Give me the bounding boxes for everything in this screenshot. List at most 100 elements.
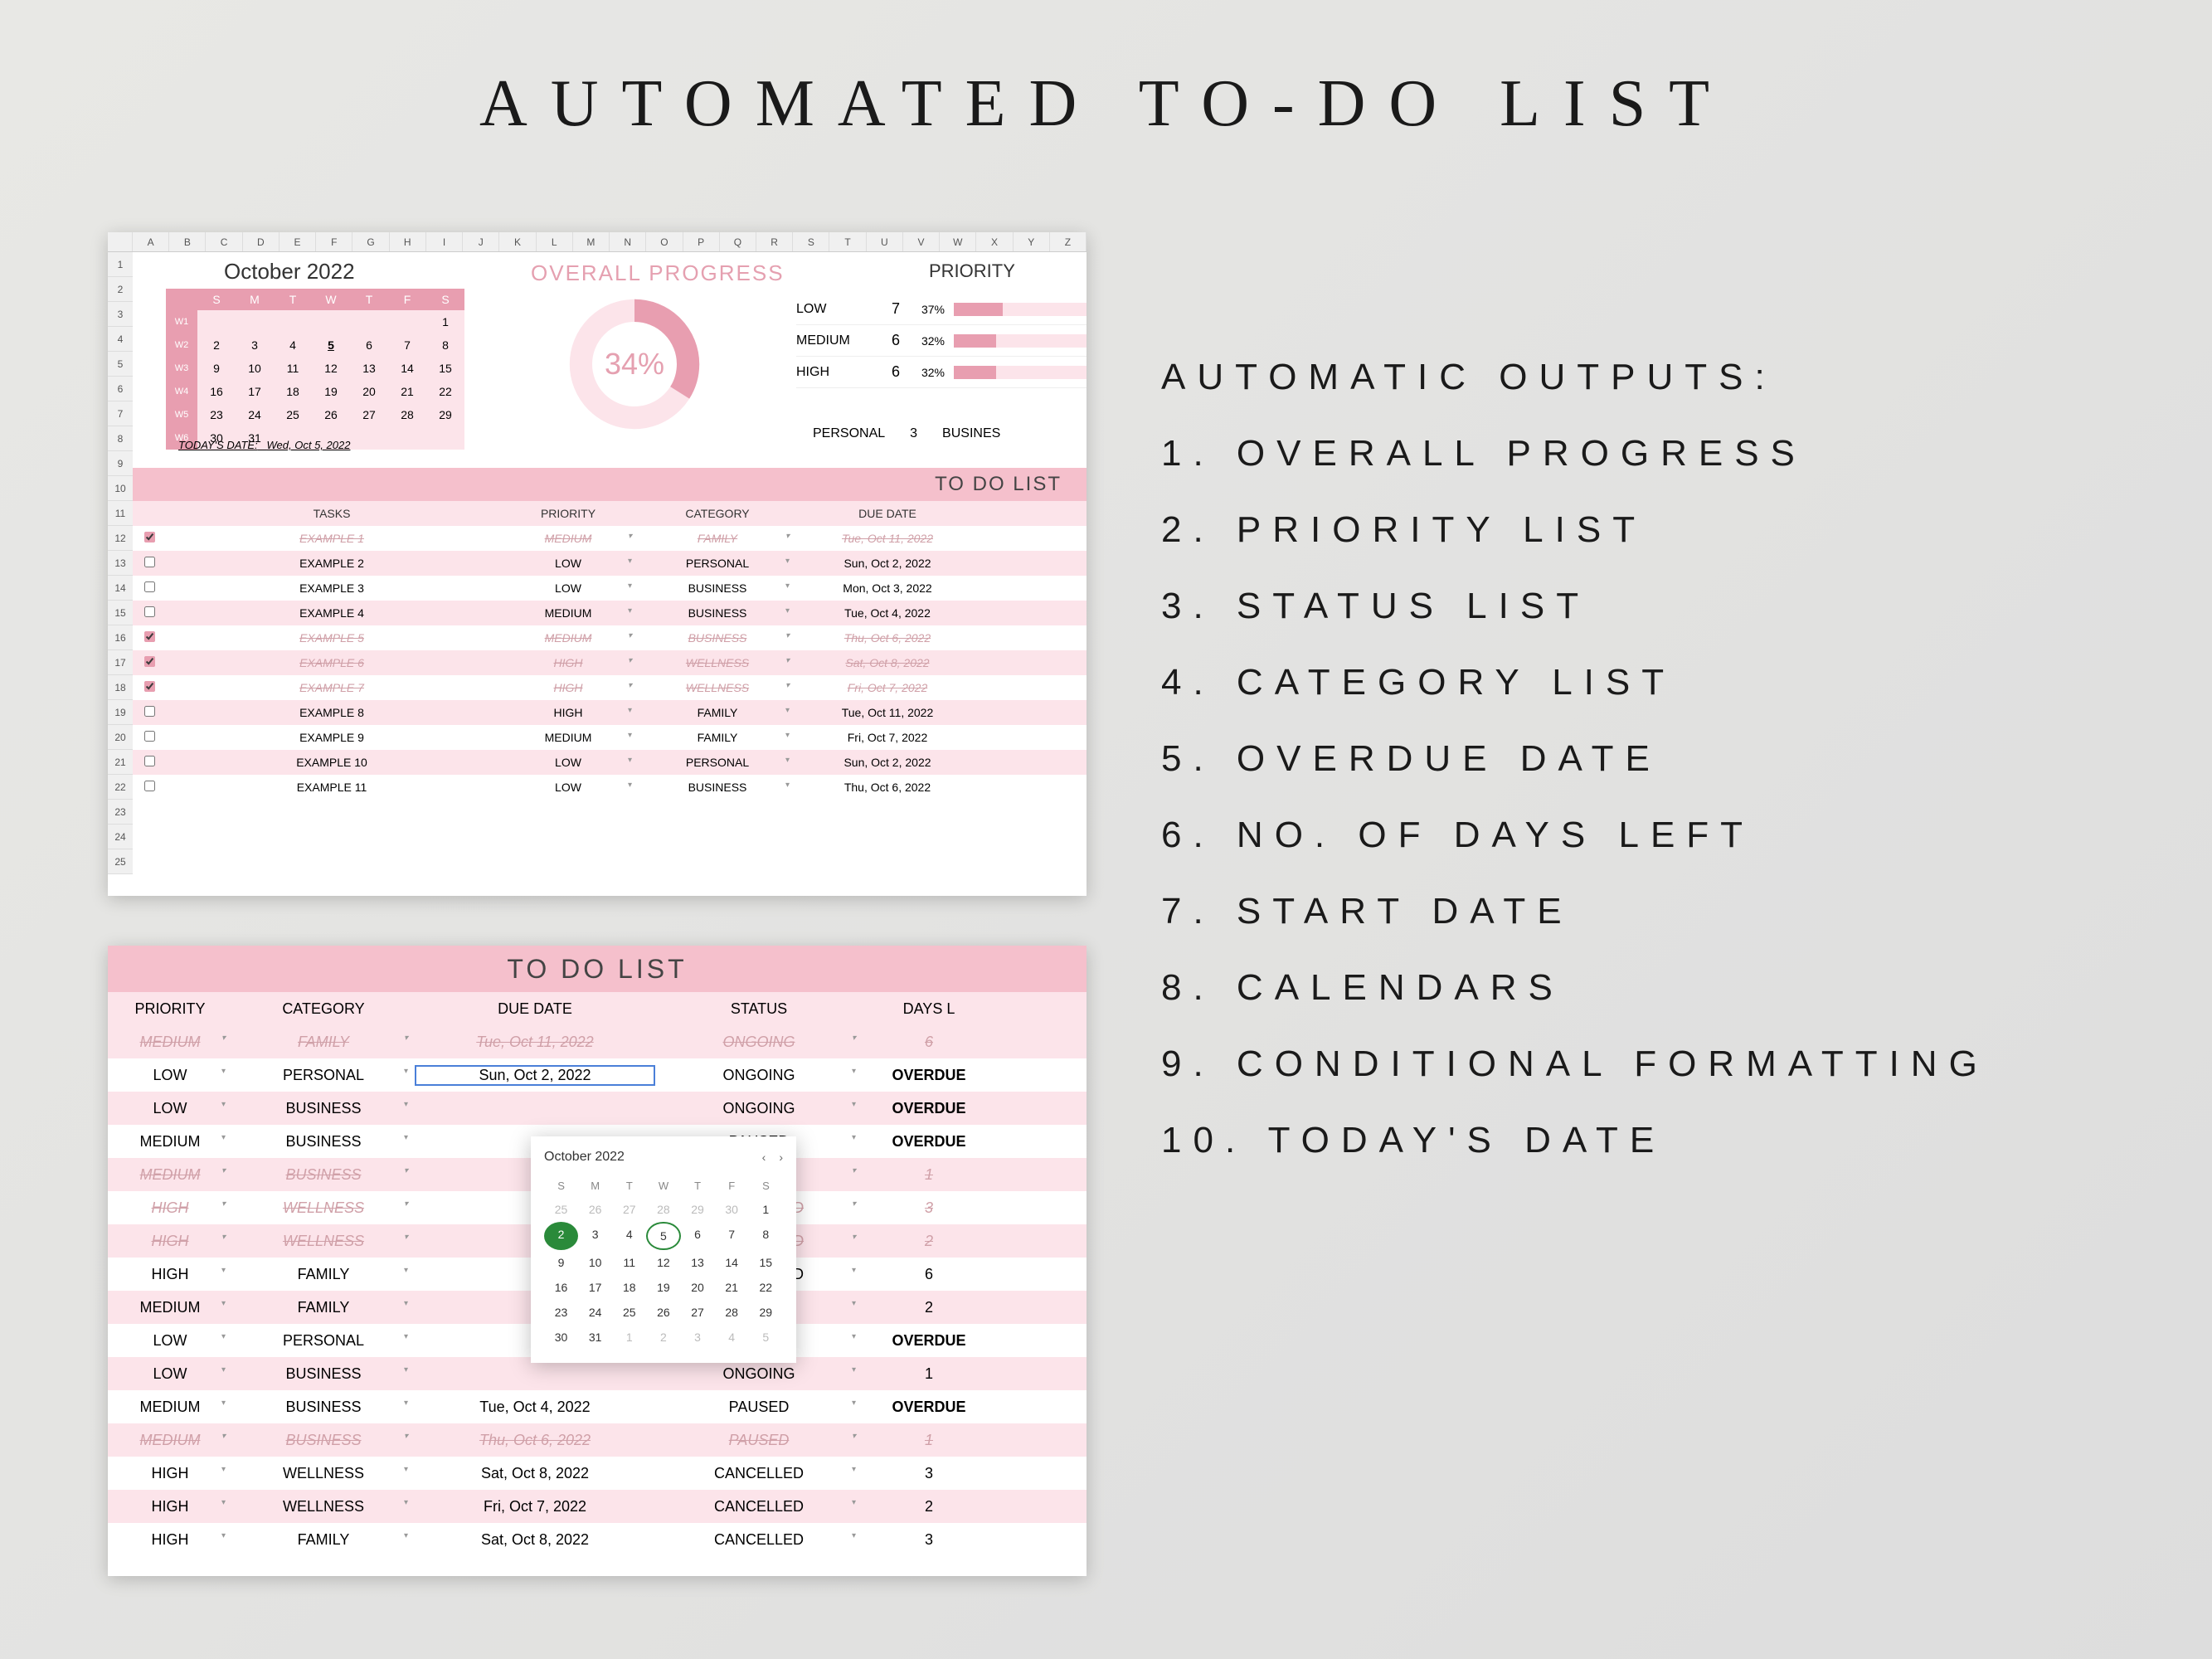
feature-item: 10. TODAY'S DATE [1161, 1120, 2162, 1161]
datepicker-day[interactable]: 22 [749, 1275, 783, 1300]
datepicker-day[interactable]: 25 [544, 1197, 578, 1222]
datepicker-next-icon[interactable]: › [779, 1151, 783, 1164]
datepicker-day[interactable]: 27 [612, 1197, 646, 1222]
task-checkbox[interactable] [144, 781, 155, 791]
table-row[interactable]: EXAMPLE 10LOWPERSONALSun, Oct 2, 2022 [133, 750, 1087, 775]
datepicker-day[interactable]: 3 [578, 1222, 612, 1250]
datepicker-prev-icon[interactable]: ‹ [762, 1151, 766, 1164]
priority-title: PRIORITY [929, 260, 1015, 282]
datepicker-day[interactable]: 15 [749, 1250, 783, 1275]
table-row[interactable]: EXAMPLE 5MEDIUMBUSINESSThu, Oct 6, 2022 [133, 625, 1087, 650]
feature-item: 4. CATEGORY LIST [1161, 662, 2162, 703]
datepicker-day[interactable]: 28 [646, 1197, 680, 1222]
table-row[interactable]: EXAMPLE 4MEDIUMBUSINESSTue, Oct 4, 2022 [133, 601, 1087, 625]
datepicker-day[interactable]: 29 [681, 1197, 715, 1222]
feature-item: 8. CALENDARS [1161, 967, 2162, 1009]
table-row[interactable]: MEDIUMFAMILYTue, Oct 11, 2022ONGOING6 [108, 1025, 1087, 1058]
table-row[interactable]: MEDIUMBUSINESSThu, Oct 6, 2022PAUSED1 [108, 1423, 1087, 1457]
feature-item: 3. STATUS LIST [1161, 586, 2162, 627]
feature-item: 2. PRIORITY LIST [1161, 509, 2162, 551]
datepicker-day[interactable]: 9 [544, 1250, 578, 1275]
datepicker-day[interactable]: 19 [646, 1275, 680, 1300]
row-numbers: 1234567891011121314151617181920212223242… [108, 252, 133, 874]
datepicker-day[interactable]: 27 [681, 1300, 715, 1325]
task-checkbox[interactable] [144, 606, 155, 617]
datepicker-day[interactable]: 14 [715, 1250, 749, 1275]
spreadsheet-detail: TO DO LIST PRIORITY CATEGORY DUE DATE ST… [108, 946, 1087, 1576]
datepicker-day[interactable]: 20 [681, 1275, 715, 1300]
feature-item: 7. START DATE [1161, 891, 2162, 932]
table-row[interactable]: MEDIUMBUSINESSTue, Oct 4, 2022PAUSEDOVER… [108, 1390, 1087, 1423]
column-headers: ABCDEFGHIJKLMNOPQRSTUVWXYZ [108, 232, 1087, 252]
datepicker-day[interactable]: 2 [544, 1222, 578, 1250]
datepicker-day[interactable]: 17 [578, 1275, 612, 1300]
progress-percent: 34% [605, 347, 664, 382]
table-row[interactable]: EXAMPLE 3LOWBUSINESSMon, Oct 3, 2022 [133, 576, 1087, 601]
datepicker-day[interactable]: 10 [578, 1250, 612, 1275]
datepicker-day[interactable]: 24 [578, 1300, 612, 1325]
todo2-headers: PRIORITY CATEGORY DUE DATE STATUS DAYS L [108, 992, 1087, 1025]
task-checkbox[interactable] [144, 532, 155, 542]
datepicker-day[interactable]: 21 [715, 1275, 749, 1300]
datepicker-day[interactable]: 3 [681, 1325, 715, 1350]
datepicker-day[interactable]: 28 [715, 1300, 749, 1325]
task-checkbox[interactable] [144, 557, 155, 567]
spreadsheet-overview: ABCDEFGHIJKLMNOPQRSTUVWXYZ 1234567891011… [108, 232, 1087, 896]
category-summary: PERSONAL 3 BUSINES [813, 426, 1000, 441]
table-row[interactable]: EXAMPLE 7HIGHWELLNESSFri, Oct 7, 2022 [133, 675, 1087, 700]
datepicker-day[interactable]: 18 [612, 1275, 646, 1300]
datepicker-day[interactable]: 16 [544, 1275, 578, 1300]
datepicker-day[interactable]: 12 [646, 1250, 680, 1275]
overall-progress-title: OVERALL PROGRESS [531, 260, 785, 286]
table-row[interactable]: HIGHWELLNESSSat, Oct 8, 2022CANCELLED3 [108, 1457, 1087, 1490]
datepicker-day[interactable]: 13 [681, 1250, 715, 1275]
datepicker-day[interactable]: 6 [681, 1222, 715, 1250]
datepicker-day[interactable]: 7 [715, 1222, 749, 1250]
datepicker-day[interactable]: 26 [578, 1197, 612, 1222]
todo-rows: EXAMPLE 1MEDIUMFAMILYTue, Oct 11, 2022EX… [133, 526, 1087, 800]
mini-calendar[interactable]: SMTWTFS W11W22345678W39101112131415W4161… [166, 289, 464, 450]
datepicker-day[interactable]: 23 [544, 1300, 578, 1325]
datepicker-day[interactable]: 4 [715, 1325, 749, 1350]
datepicker-day[interactable]: 29 [749, 1300, 783, 1325]
datepicker-day[interactable]: 25 [612, 1300, 646, 1325]
datepicker-day[interactable]: 4 [612, 1222, 646, 1250]
table-row[interactable]: EXAMPLE 11LOWBUSINESSThu, Oct 6, 2022 [133, 775, 1087, 800]
calendar-month-title: October 2022 [224, 259, 355, 285]
table-row[interactable]: HIGHFAMILYSat, Oct 8, 2022CANCELLED3 [108, 1523, 1087, 1556]
task-checkbox[interactable] [144, 731, 155, 742]
datepicker-day[interactable]: 11 [612, 1250, 646, 1275]
date-picker-popup[interactable]: October 2022 ‹ › SMTWTFS 252627282930123… [531, 1136, 796, 1363]
table-row[interactable]: EXAMPLE 6HIGHWELLNESSSat, Oct 8, 2022 [133, 650, 1087, 675]
task-checkbox[interactable] [144, 631, 155, 642]
features-list: AUTOMATIC OUTPUTS: 1. OVERALL PROGRESS2.… [1161, 357, 2162, 1196]
table-row[interactable]: EXAMPLE 9MEDIUMFAMILYFri, Oct 7, 2022 [133, 725, 1087, 750]
table-row[interactable]: EXAMPLE 2LOWPERSONALSun, Oct 2, 2022 [133, 551, 1087, 576]
datepicker-day[interactable]: 30 [715, 1197, 749, 1222]
todo-list-banner: TO DO LIST [133, 468, 1087, 501]
priority-table: LOW737%MEDIUM632%HIGH632% [796, 294, 1087, 388]
task-checkbox[interactable] [144, 756, 155, 766]
datepicker-day[interactable]: 1 [749, 1197, 783, 1222]
feature-item: 6. NO. OF DAYS LEFT [1161, 815, 2162, 856]
datepicker-day[interactable]: 2 [646, 1325, 680, 1350]
table-row[interactable]: HIGHWELLNESSFri, Oct 7, 2022CANCELLED2 [108, 1490, 1087, 1523]
datepicker-day[interactable]: 5 [749, 1325, 783, 1350]
task-checkbox[interactable] [144, 581, 155, 592]
task-checkbox[interactable] [144, 681, 155, 692]
datepicker-day[interactable]: 31 [578, 1325, 612, 1350]
table-row[interactable]: LOWPERSONALSun, Oct 2, 2022ONGOINGOVERDU… [108, 1058, 1087, 1092]
datepicker-day[interactable]: 30 [544, 1325, 578, 1350]
datepicker-day[interactable]: 26 [646, 1300, 680, 1325]
table-row[interactable]: LOWBUSINESSONGOINGOVERDUE [108, 1092, 1087, 1125]
feature-item: 9. CONDITIONAL FORMATTING [1161, 1044, 2162, 1085]
datepicker-day[interactable]: 5 [646, 1222, 680, 1250]
feature-item: 1. OVERALL PROGRESS [1161, 433, 2162, 474]
todays-date-label: TODAY'S DATE: Wed, Oct 5, 2022 [178, 439, 350, 451]
datepicker-day[interactable]: 8 [749, 1222, 783, 1250]
table-row[interactable]: EXAMPLE 1MEDIUMFAMILYTue, Oct 11, 2022 [133, 526, 1087, 551]
task-checkbox[interactable] [144, 656, 155, 667]
task-checkbox[interactable] [144, 706, 155, 717]
table-row[interactable]: EXAMPLE 8HIGHFAMILYTue, Oct 11, 2022 [133, 700, 1087, 725]
datepicker-day[interactable]: 1 [612, 1325, 646, 1350]
